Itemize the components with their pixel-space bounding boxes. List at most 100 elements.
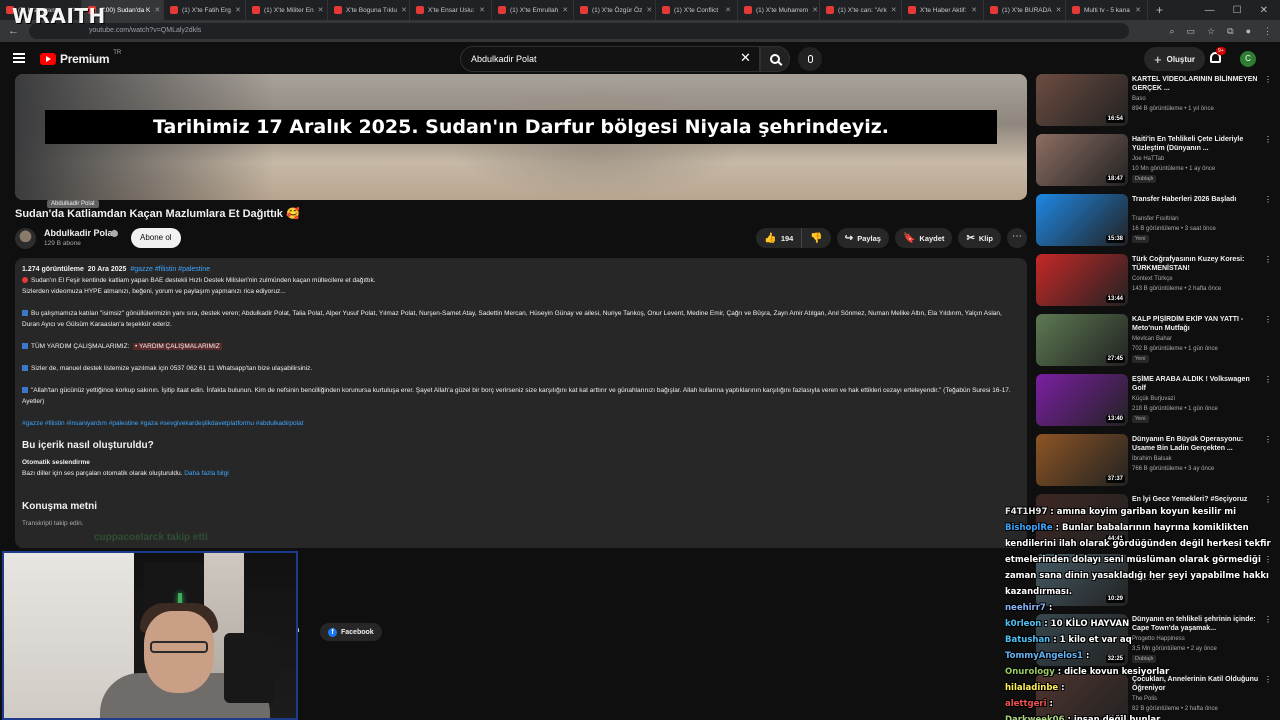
recommended-title[interactable]: Haiti'in En Tehlikeli Çete Lideriyle Yüz… [1132,135,1260,153]
facebook-button[interactable]: f Facebook [320,623,382,641]
clear-search-icon[interactable]: ✕ [740,50,751,66]
help-link[interactable]: • YARDIM ÇALIŞMALARIMIZ [132,343,222,350]
hamburger-menu-icon[interactable] [13,53,25,63]
save-button[interactable]: 🔖 Kaydet [894,228,953,248]
recommended-video[interactable]: 16:54 KARTEL VİDEOLARININ BİLİNMEYEN GERÇ… [1036,74,1272,130]
tab-close-icon[interactable]: ✕ [401,6,407,14]
tab-close-icon[interactable]: ✕ [318,6,324,14]
chat-username[interactable]: k0rleon [1005,619,1041,629]
browser-tab[interactable]: (1) X'te Conflict ✕ [656,0,738,20]
like-button[interactable]: 👍 194 [756,228,803,248]
voice-search-button[interactable] [798,47,822,71]
chat-username[interactable]: alettgeri [1005,699,1047,709]
url-field[interactable]: youtube.com/watch?v=QMLaly2dkls [29,23,1129,39]
video-thumbnail[interactable]: 15:38 [1036,194,1128,246]
browser-tab[interactable]: (1) X'te Özgür Öz ✕ [574,0,656,20]
recommended-title[interactable]: Dünyanın En Büyük Operasyonu: Usame Bin … [1132,435,1260,453]
video-thumbnail[interactable]: 13:44 [1036,254,1128,306]
video-thumbnail[interactable]: 16:54 [1036,74,1128,126]
recommended-channel[interactable]: Baso [1132,96,1146,102]
recommended-title[interactable]: Türk Coğrafyasının Kuzey Koresi: TÜRKMEN… [1132,255,1260,273]
browser-tab[interactable]: (1) X'te BURADA ✕ [984,0,1066,20]
video-thumbnail[interactable]: 27:45 [1036,314,1128,366]
recommended-channel[interactable]: Context Türkçe [1132,276,1173,282]
video-description[interactable]: 1.274 görüntüleme 20 Ara 2025 #gazze #fi… [15,258,1027,548]
account-avatar[interactable]: C [1240,51,1256,67]
more-options-icon[interactable]: ⋮ [1264,135,1272,144]
close-window-icon[interactable]: ✕ [1260,5,1268,16]
new-tab-icon[interactable]: + [1148,3,1171,17]
chat-username[interactable]: Onurology [1005,667,1055,677]
recommended-title[interactable]: KALP PİŞİRDİM EKİP YAN YATTI - Meto'nun … [1132,315,1260,333]
more-actions-icon[interactable]: ⋯ [1007,228,1027,248]
chat-username[interactable]: BishoplRe [1005,523,1053,533]
recommended-title[interactable]: EŞİME ARABA ALDIK ! Volkswagen Golf [1132,375,1260,393]
tab-close-icon[interactable]: ✕ [971,6,977,14]
recommended-channel[interactable]: Mevlcan Bahar [1132,336,1172,342]
chat-username[interactable]: Darkweek06 [1005,715,1065,720]
tab-close-icon[interactable]: ✕ [1056,6,1062,14]
recommended-channel[interactable]: Joe HaTTab [1132,156,1164,162]
zoom-icon[interactable]: ⌕ [1169,26,1174,37]
video-thumbnail[interactable]: 37:37 [1036,434,1128,486]
video-player[interactable]: Tarihimiz 17 Aralık 2025. Sudan'ın Darfu… [15,74,1027,200]
tab-close-icon[interactable]: ✕ [812,6,818,14]
browser-tab[interactable]: (1) X'te Muharrem ✕ [738,0,820,20]
bookmark-icon[interactable]: ☆ [1207,26,1215,37]
share-button[interactable]: ↪ Paylaş [836,228,889,248]
extension-icon[interactable]: ⧉ [1227,26,1233,37]
recommended-video[interactable]: 27:45 KALP PİŞİRDİM EKİP YAN YATTI - Meto… [1036,314,1272,370]
tab-close-icon[interactable]: ✕ [646,6,652,14]
maximize-icon[interactable]: ☐ [1233,5,1242,16]
more-options-icon[interactable]: ⋮ [1264,195,1272,204]
more-options-icon[interactable]: ⋮ [1264,75,1272,84]
chat-username[interactable]: F4T1H97 [1005,507,1047,517]
recommended-title[interactable]: KARTEL VİDEOLARININ BİLİNMEYEN GERÇEK ..… [1132,75,1260,93]
tab-close-icon[interactable]: ✕ [154,6,160,14]
chat-username[interactable]: hilaladinbe [1005,683,1058,693]
recommended-channel[interactable]: İbrahim Balsak [1132,456,1172,462]
dislike-button[interactable]: 👎 [802,228,831,248]
profile-icon[interactable]: ● [1246,26,1251,37]
youtube-logo[interactable]: Premium TR [40,50,121,66]
recommended-video[interactable]: 37:37 Dünyanın En Büyük Operasyonu: Usame… [1036,434,1272,490]
more-options-icon[interactable]: ⋮ [1264,375,1272,384]
tab-close-icon[interactable]: ✕ [562,6,568,14]
recommended-video[interactable]: 13:40 EŞİME ARABA ALDIK ! Volkswagen Golf… [1036,374,1272,430]
tab-close-icon[interactable]: ✕ [891,6,897,14]
tab-close-icon[interactable]: ✕ [1135,6,1141,14]
tab-close-icon[interactable]: ✕ [725,6,731,14]
recommended-video[interactable]: 13:44 Türk Coğrafyasının Kuzey Koresi: TÜ… [1036,254,1272,310]
search-input[interactable]: Abdulkadir Polat [460,46,760,72]
recommended-channel[interactable]: Transfer Fısıltıları [1132,216,1179,222]
chat-username[interactable]: Batushan [1005,635,1050,645]
recommended-title[interactable]: En İyi Gece Yemekleri? #Seçiyoruz [1132,495,1260,504]
video-thumbnail[interactable]: 13:40 [1036,374,1128,426]
learn-more-link[interactable]: Daha fazla bilgi [184,470,228,477]
recommended-video[interactable]: 18:47 Haiti'in En Tehlikeli Çete Lideriyl… [1036,134,1272,190]
hashtags-bottom[interactable]: #gazze #filistin #insaniyardım #palestin… [22,418,1020,429]
minimize-icon[interactable]: — [1205,5,1215,16]
browser-tab[interactable]: (1) X'te can: "Ark ✕ [820,0,902,20]
more-options-icon[interactable]: ⋮ [1264,255,1272,264]
browser-tab[interactable]: (1) X'te Fatih Erg ✕ [164,0,246,20]
browser-tab[interactable]: (1) X'te Emrullah ✕ [492,0,574,20]
create-button[interactable]: + Oluştur [1144,47,1206,71]
browser-tab[interactable]: X'te Boguna Tıklu ✕ [328,0,410,20]
search-button[interactable] [760,46,790,72]
browser-tab[interactable]: Multi tv - 5 kana ✕ [1066,0,1148,20]
hashtags-top[interactable]: #gazze #filistin #palestine [130,266,210,273]
browser-menu-icon[interactable]: ⋮ [1263,26,1272,37]
subscribe-button[interactable]: Abone ol [131,228,181,248]
more-options-icon[interactable]: ⋮ [1264,435,1272,444]
channel-avatar[interactable] [15,228,36,249]
tab-close-icon[interactable]: ✕ [235,6,241,14]
chat-username[interactable]: neehirr7 [1005,603,1046,613]
recommended-title[interactable]: Transfer Haberleri 2026 Başladı [1132,195,1260,204]
more-options-icon[interactable]: ⋮ [1264,495,1272,504]
chat-username[interactable]: TommyAngelos1 [1005,651,1083,661]
recommended-video[interactable]: 15:38 Transfer Haberleri 2026 Başladı Tran… [1036,194,1272,250]
more-options-icon[interactable]: ⋮ [1264,315,1272,324]
tab-close-icon[interactable]: ✕ [479,6,485,14]
channel-name[interactable]: Abdulkadir Polat [44,228,116,238]
